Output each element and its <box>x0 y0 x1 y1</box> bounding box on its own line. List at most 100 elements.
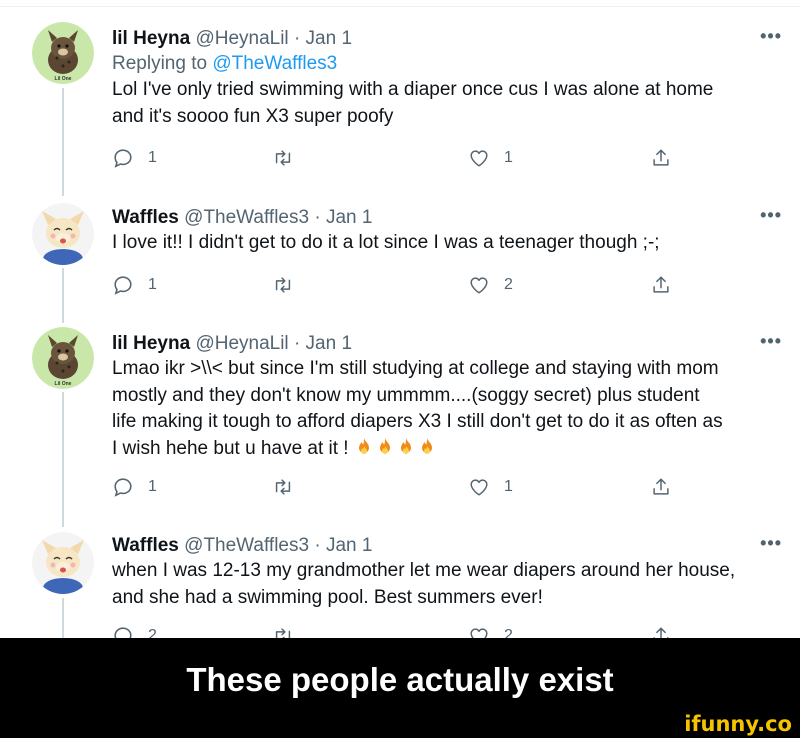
reply-icon <box>114 478 132 497</box>
avatar-heyna[interactable]: Lil One <box>32 22 94 84</box>
like-count: 2 <box>504 627 513 638</box>
retweet-button[interactable] <box>272 147 308 169</box>
tweet-text-line: I love it!! I didn't get to do it a lot … <box>112 232 660 253</box>
retweet-icon <box>275 150 291 166</box>
share-button[interactable] <box>650 274 672 296</box>
retweet-button[interactable] <box>272 274 308 296</box>
caption-bar: These people actually exist <box>0 638 800 721</box>
reply-count: 1 <box>148 149 157 166</box>
handle[interactable]: @HeynaLil <box>195 333 288 354</box>
fire-emoji <box>421 437 432 454</box>
timestamp[interactable]: Jan 1 <box>326 535 372 556</box>
share-icon <box>653 276 669 293</box>
share-icon <box>653 149 669 166</box>
share-icon <box>653 478 669 495</box>
tweet-text-line: and she had a swimming pool. Best summer… <box>112 586 543 608</box>
like-button[interactable]: 1 <box>468 147 513 169</box>
retweet-button[interactable] <box>272 476 308 498</box>
fire-emoji-group <box>354 437 438 459</box>
more-icon[interactable]: ••• <box>760 205 782 226</box>
reply-count: 2 <box>148 627 157 638</box>
heart-icon <box>470 150 488 167</box>
like-count: 1 <box>504 478 513 495</box>
fire-emoji <box>400 437 411 454</box>
like-button[interactable]: 2 <box>468 625 513 638</box>
separator: · <box>293 333 301 354</box>
thread-line <box>62 392 64 527</box>
tweet-content: lil Heyna @HeynaLil · Jan 1 ••• Lmao ikr… <box>112 331 782 462</box>
heart-icon <box>470 277 488 294</box>
handle[interactable]: @TheWaffles3 <box>184 535 309 556</box>
heart-icon <box>470 479 488 496</box>
retweet-icon <box>275 628 291 638</box>
tweet-thread: Lil One lil Heyna @HeynaLil · Jan 1 ••• … <box>0 0 800 638</box>
more-icon[interactable]: ••• <box>760 26 782 47</box>
thread-line <box>62 88 64 196</box>
share-icon <box>653 627 669 638</box>
avatar-label: Lil One <box>55 381 72 387</box>
tweet-text-line: I wish hehe but u have at it ! <box>112 437 349 459</box>
avatar-waffles[interactable] <box>32 532 94 594</box>
tweet-text-line-with-emoji: I wish hehe but u have at it ! <box>112 436 782 463</box>
retweet-button[interactable] <box>272 625 308 638</box>
display-name[interactable]: lil Heyna <box>112 28 190 49</box>
timestamp[interactable]: Jan 1 <box>326 207 372 228</box>
reply-icon <box>114 149 132 168</box>
action-bar: 1 1 <box>112 476 692 502</box>
mention-link[interactable]: @TheWaffles3 <box>212 53 337 74</box>
display-name[interactable]: Waffles <box>112 207 179 228</box>
tweet-text-line: mostly and they don't know my ummmm....(… <box>112 384 700 406</box>
more-icon[interactable]: ••• <box>760 331 782 352</box>
like-button[interactable]: 2 <box>468 274 513 296</box>
tweet-text-line: life making it tough to afford diapers X… <box>112 411 723 432</box>
display-name[interactable]: Waffles <box>112 535 179 556</box>
reply-button[interactable]: 1 <box>112 476 157 498</box>
reply-button[interactable]: 1 <box>112 274 157 296</box>
handle[interactable]: @TheWaffles3 <box>184 207 309 228</box>
like-button[interactable]: 1 <box>468 476 513 498</box>
share-button[interactable] <box>650 147 672 169</box>
footer-bar <box>0 721 800 738</box>
separator: · <box>314 535 321 556</box>
tweet-content: lil Heyna @HeynaLil · Jan 1 ••• Replying… <box>112 26 782 130</box>
separator: · <box>293 28 301 49</box>
avatar-label: Lil One <box>55 76 72 82</box>
reply-button[interactable]: 1 <box>112 147 157 169</box>
tweet-header: lil Heyna @HeynaLil · Jan 1 <box>112 331 782 356</box>
more-icon[interactable]: ••• <box>760 533 782 554</box>
thread-line <box>62 598 64 638</box>
handle[interactable]: @HeynaLil <box>195 28 288 49</box>
replying-to: Replying to @TheWaffles3 <box>112 51 782 77</box>
retweet-icon <box>275 479 291 495</box>
reply-count: 1 <box>148 276 157 293</box>
fire-emoji <box>358 437 369 454</box>
separator: · <box>314 207 321 228</box>
display-name[interactable]: lil Heyna <box>112 333 190 354</box>
retweet-icon <box>275 277 291 293</box>
avatar-heyna[interactable]: Lil One <box>32 327 94 389</box>
tweet-header: Waffles @TheWaffles3 · Jan 1 <box>112 533 782 558</box>
reply-count: 1 <box>148 478 157 495</box>
avatar-waffles[interactable] <box>32 203 94 265</box>
thread-line <box>62 268 64 323</box>
tweet-header: lil Heyna @HeynaLil · Jan 1 <box>112 26 782 51</box>
replying-prefix: Replying to <box>112 53 208 74</box>
tweet-content: Waffles @TheWaffles3 · Jan 1 ••• when I … <box>112 533 782 611</box>
tweet-text: Lol I've only tried swimming with a diap… <box>112 77 782 130</box>
meme-caption: These people actually exist <box>186 660 614 698</box>
tweet-text: Lmao ikr >\\< but since I'm still studyi… <box>112 356 782 462</box>
action-bar: 1 2 <box>112 274 692 300</box>
reply-button[interactable]: 2 <box>112 625 157 638</box>
share-button[interactable] <box>650 625 672 638</box>
reply-icon <box>114 276 132 295</box>
share-button[interactable] <box>650 476 672 498</box>
timestamp[interactable]: Jan 1 <box>306 28 352 49</box>
tweet-text-line: and it's soooo fun X3 super poofy <box>112 105 394 127</box>
ifunny-watermark: ifunny.co <box>684 712 792 736</box>
tweet-content: Waffles @TheWaffles3 · Jan 1 ••• I love … <box>112 205 782 257</box>
heart-icon <box>470 628 488 638</box>
like-count: 2 <box>504 276 513 293</box>
timestamp[interactable]: Jan 1 <box>306 333 352 354</box>
tweet-text-line: Lmao ikr >\\< but since I'm still studyi… <box>112 358 719 379</box>
like-count: 1 <box>504 149 513 166</box>
